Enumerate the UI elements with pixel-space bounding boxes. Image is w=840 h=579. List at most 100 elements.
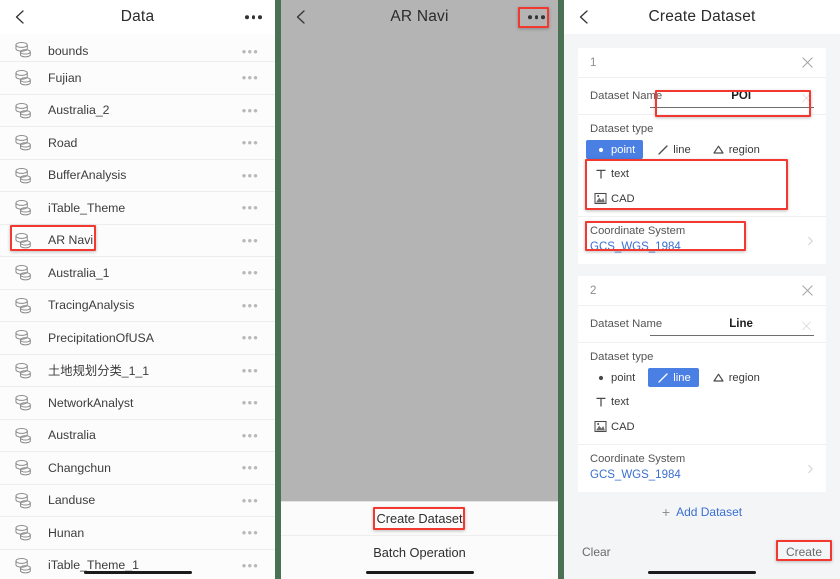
dataset-section-index: 1 [590,56,597,69]
coordinate-system-row[interactable]: Coordinate System GCS_WGS_1984 [578,444,826,492]
list-item[interactable]: TracingAnalysis ••• [0,289,275,322]
dataset-name-input[interactable]: Line [668,311,814,337]
create-dataset-button[interactable]: Create Dataset [281,502,558,536]
close-icon[interactable] [801,56,814,69]
list-item[interactable]: Australia_1 ••• [0,257,275,290]
type-option-CAD[interactable]: CAD [586,417,643,436]
list-item[interactable]: Australia_2 ••• [0,94,275,127]
list-item[interactable]: PrecipitationOfUSA ••• [0,322,275,355]
create-dataset-body: 1 Dataset Name POI Dataset type point line reg… [564,34,840,579]
more-dots-icon[interactable]: ••• [242,169,259,182]
more-dots-icon[interactable]: ••• [242,136,259,149]
list-item[interactable]: Changchun ••• [0,452,275,485]
list-item[interactable]: NetworkAnalyst ••• [0,387,275,420]
dataset-name-label: Dataset Name [590,90,663,102]
type-option-CAD[interactable]: CAD [586,189,643,208]
more-dots-icon[interactable]: ••• [242,104,259,117]
list-item-label: iTable_Theme [48,200,126,215]
more-dots-icon[interactable]: ••• [242,396,259,409]
dataset-list[interactable]: bounds ••• Fujian ••• Australia_2 ••• Road ••• B… [0,34,275,579]
dataset-section: 2 Dataset Name Line Dataset type point line re… [578,276,826,492]
type-option-label: region [728,371,760,384]
polygon-icon [712,143,725,156]
database-icon [14,427,33,444]
more-dots-icon[interactable]: ••• [242,429,259,442]
type-option-point[interactable]: point [586,140,644,159]
more-dots-icon[interactable]: ••• [242,331,259,344]
dot-icon [594,371,607,384]
list-item-label: Landuse [48,493,96,508]
list-item[interactable]: iTable_Theme_1 ••• [0,549,275,579]
home-indicator [648,570,756,574]
panel2-navbar: AR Navi [281,0,558,35]
type-option-label: point [611,143,636,156]
list-item[interactable]: Fujian ••• [0,62,275,95]
chevron-right-icon [806,464,815,473]
type-option-label: line [673,371,691,384]
close-icon[interactable] [801,284,814,297]
list-item[interactable]: Landuse ••• [0,484,275,517]
database-icon [14,134,33,151]
type-option-region[interactable]: region [704,140,768,159]
dataset-name-label: Dataset Name [590,318,663,330]
more-dots-icon[interactable] [528,15,545,19]
more-dots-icon[interactable]: ••• [242,526,259,539]
more-dots-icon[interactable]: ••• [242,234,259,247]
dataset-type-options: point line region text CAD [578,368,826,444]
more-dots-icon[interactable]: ••• [242,71,259,84]
list-item-label: AR Navi [48,233,94,248]
list-item[interactable]: BufferAnalysis ••• [0,159,275,192]
more-dots-icon[interactable]: ••• [242,266,259,279]
more-dots-icon[interactable]: ••• [242,461,259,474]
list-item-label: TracingAnalysis [48,298,135,313]
batch-operation-button[interactable]: Batch Operation [281,536,558,569]
screenshot-root: Data bounds ••• Fujian ••• Australia_2 ••• Roa… [0,0,840,579]
dataset-name-input[interactable]: POI [668,83,814,109]
type-option-text[interactable]: text [586,392,637,411]
more-dots-icon[interactable]: ••• [242,201,259,214]
back-icon[interactable] [293,9,309,25]
database-icon [14,264,33,281]
database-icon [14,69,33,86]
type-option-text[interactable]: text [586,164,637,183]
type-option-line[interactable]: line [648,140,698,159]
list-item[interactable]: iTable_Theme ••• [0,192,275,225]
add-dataset-button[interactable]: + Add Dataset [564,505,840,519]
create-button[interactable]: Create [786,545,822,559]
coordinate-system-row[interactable]: Coordinate System GCS_WGS_1984 [578,216,826,264]
clear-icon[interactable] [801,91,812,103]
clear-button[interactable]: Clear [582,545,611,559]
more-dots-icon[interactable] [245,15,262,19]
coordinate-system-label: Coordinate System [590,453,686,465]
back-icon[interactable] [12,9,28,25]
more-dots-icon[interactable]: ••• [242,45,259,58]
list-item[interactable]: bounds ••• [0,34,275,62]
text-t-icon [594,395,607,408]
home-indicator [365,570,474,574]
database-icon [14,102,33,119]
list-item-label: Australia_1 [48,265,110,280]
back-icon[interactable] [576,9,592,25]
list-item-label: Australia_2 [48,103,110,118]
database-icon [14,557,33,574]
list-item[interactable]: Hunan ••• [0,517,275,550]
list-item[interactable]: AR Navi ••• [0,224,275,257]
type-option-region[interactable]: region [704,368,768,387]
input-underline [650,335,814,336]
panel-create-dataset: Create Dataset 1 Dataset Name POI Dataset t… [564,0,840,579]
type-option-point[interactable]: point [586,368,643,387]
more-dots-icon[interactable]: ••• [242,494,259,507]
text-t-icon [594,167,607,180]
page-title: Create Dataset [648,8,756,25]
list-item[interactable]: Road ••• [0,127,275,160]
list-item[interactable]: 土地规划分类_1_1 ••• [0,354,275,387]
type-option-line[interactable]: line [648,368,699,387]
dot-icon [594,143,607,156]
clear-icon[interactable] [801,319,812,331]
list-item-label: 土地规划分类_1_1 [48,364,150,379]
more-dots-icon[interactable]: ••• [242,559,259,572]
list-item-label: PrecipitationOfUSA [48,330,154,345]
list-item[interactable]: Australia ••• [0,419,275,452]
more-dots-icon[interactable]: ••• [242,364,259,377]
more-dots-icon[interactable]: ••• [242,299,259,312]
